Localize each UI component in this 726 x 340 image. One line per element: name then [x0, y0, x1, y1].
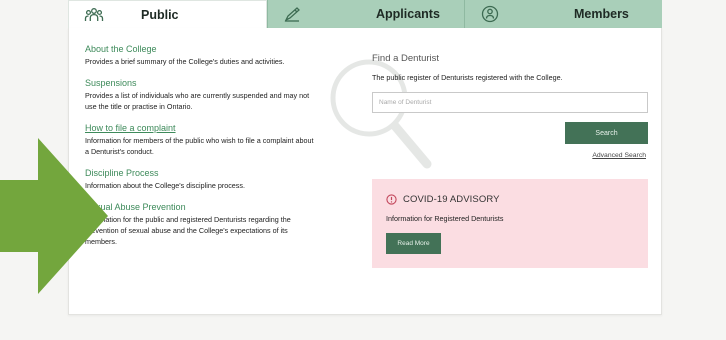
- list-item: Sexual Abuse Prevention Information for …: [85, 201, 317, 247]
- link-discipline-process[interactable]: Discipline Process: [85, 167, 317, 179]
- find-denturist-title: Find a Denturist: [372, 53, 440, 64]
- link-sexual-abuse-prevention[interactable]: Sexual Abuse Prevention: [85, 201, 317, 213]
- advanced-search-link[interactable]: Advanced Search: [592, 152, 646, 159]
- tab-public[interactable]: Public: [68, 0, 267, 28]
- public-panel: About the College Provides a brief summa…: [68, 28, 662, 315]
- link-description: Provides a brief summary of the College'…: [85, 57, 285, 66]
- tab-applicants[interactable]: Applicants: [267, 0, 464, 28]
- read-more-button[interactable]: Read More: [386, 233, 441, 254]
- alert-circle-icon: [386, 194, 397, 205]
- link-file-complaint[interactable]: How to file a complaint: [85, 122, 317, 134]
- denturist-name-input[interactable]: [372, 92, 648, 113]
- advisory-description: Information for Registered Denturists: [386, 214, 504, 223]
- link-suspensions[interactable]: Suspensions: [85, 77, 317, 89]
- tab-members[interactable]: Members: [464, 0, 662, 28]
- pen-icon: [282, 5, 304, 23]
- search-button[interactable]: Search: [565, 122, 648, 144]
- tab-public-label: Public: [141, 7, 179, 22]
- list-item: About the College Provides a brief summa…: [85, 43, 317, 67]
- list-item: Discipline Process Information about the…: [85, 167, 317, 191]
- link-description: Provides a list of individuals who are c…: [85, 91, 310, 111]
- member-badge-icon: [479, 5, 501, 23]
- list-item: Suspensions Provides a list of individua…: [85, 77, 317, 112]
- tab-members-label: Members: [574, 7, 629, 21]
- list-item: How to file a complaint Information for …: [85, 122, 317, 157]
- covid-advisory-box: COVID-19 ADVISORY Information for Regist…: [372, 179, 648, 268]
- link-description: Information about the College's discipli…: [85, 181, 245, 190]
- tab-bar: Public Applicants Members: [68, 0, 662, 28]
- advisory-header: COVID-19 ADVISORY: [386, 194, 500, 205]
- find-denturist-description: The public register of Denturists regist…: [372, 73, 563, 82]
- link-description: Information for members of the public wh…: [85, 136, 314, 156]
- link-about-college[interactable]: About the College: [85, 43, 317, 55]
- tab-applicants-label: Applicants: [376, 7, 440, 21]
- public-links-list: About the College Provides a brief summa…: [85, 43, 317, 257]
- people-icon: [83, 6, 105, 24]
- advisory-title: COVID-19 ADVISORY: [403, 194, 500, 205]
- arrow-right-icon: [0, 138, 108, 294]
- link-description: Information for the public and registere…: [85, 215, 291, 246]
